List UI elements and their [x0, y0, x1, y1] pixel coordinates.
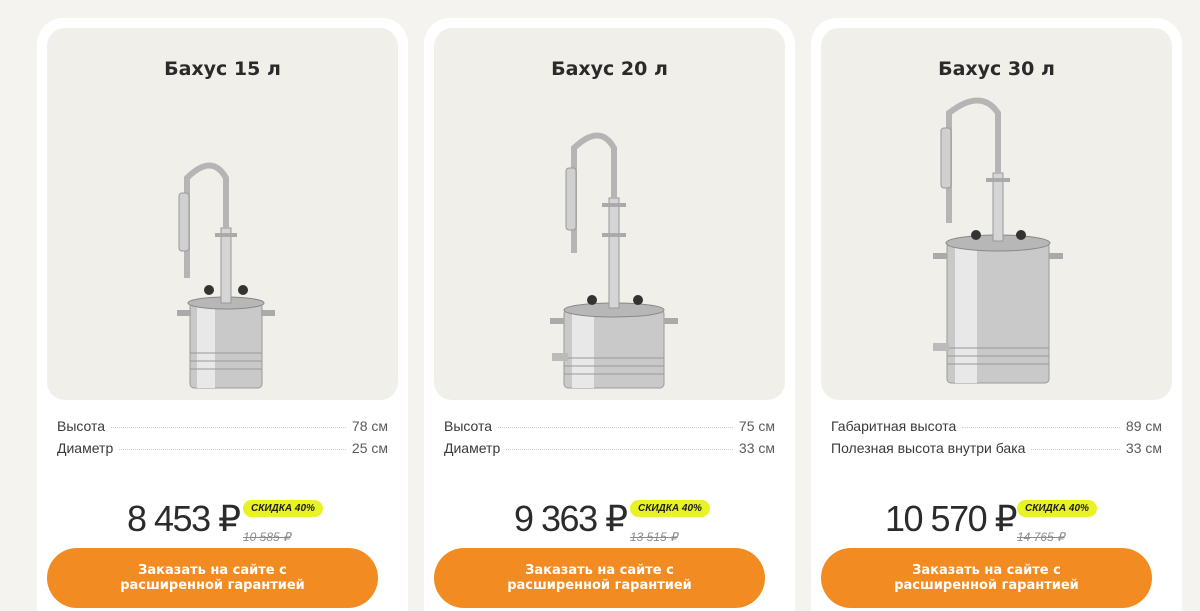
- product-media: Бахус 20 л: [434, 28, 785, 400]
- discount-badge: СКИДКА 40%: [630, 500, 710, 517]
- spec-row: Полезная высота внутри бака 33 см: [831, 440, 1162, 462]
- product-media: Бахус 30 л: [821, 28, 1172, 400]
- spec-label: Диаметр: [57, 440, 114, 456]
- spec-value: 89 см: [1125, 418, 1162, 434]
- spec-dots: [506, 449, 733, 450]
- spec-value: 33 см: [1125, 440, 1162, 456]
- distiller-image: [177, 162, 275, 389]
- old-price: 14 765 ₽: [1017, 530, 1065, 544]
- price-block: 8 453 ₽ СКИДКА 40% 10 585 ₽: [47, 480, 398, 550]
- product-card: Бахус 20 л Высота 75 см Диаметр 33 см 9 …: [424, 18, 795, 611]
- spec-row: Габаритная высота 89 см: [831, 418, 1162, 440]
- spec-list: Высота 78 см Диаметр 25 см: [47, 418, 398, 462]
- discount-badge: СКИДКА 40%: [243, 500, 323, 517]
- order-button[interactable]: Заказать на сайте с расширенной гарантие…: [47, 548, 378, 608]
- spec-row: Диаметр 33 см: [444, 440, 775, 462]
- product-cards: Бахус 15 л Высота 78 см Диаметр 25 см 8 …: [37, 18, 1182, 611]
- price: 9 363 ₽: [514, 498, 628, 539]
- distiller-image: [550, 132, 678, 389]
- order-button[interactable]: Заказать на сайте с расширенной гарантие…: [821, 548, 1152, 608]
- spec-value: 25 см: [351, 440, 388, 456]
- spec-label: Габаритная высота: [831, 418, 957, 434]
- product-card: Бахус 15 л Высота 78 см Диаметр 25 см 8 …: [37, 18, 408, 611]
- discount-badge: СКИДКА 40%: [1017, 500, 1097, 517]
- spec-dots: [962, 427, 1120, 428]
- price-block: 9 363 ₽ СКИДКА 40% 13 515 ₽: [434, 480, 785, 550]
- spec-row: Диаметр 25 см: [57, 440, 388, 462]
- product-card: Бахус 30 л Габаритная высота 89 см Полез…: [811, 18, 1182, 611]
- spec-label: Полезная высота внутри бака: [831, 440, 1026, 456]
- spec-row: Высота 75 см: [444, 418, 775, 440]
- spec-value: 78 см: [351, 418, 388, 434]
- spec-dots: [1031, 449, 1120, 450]
- price-block: 10 570 ₽ СКИДКА 40% 14 765 ₽: [821, 480, 1172, 550]
- spec-value: 33 см: [738, 440, 775, 456]
- spec-label: Высота: [57, 418, 106, 434]
- spec-dots: [119, 449, 346, 450]
- spec-value: 75 см: [738, 418, 775, 434]
- spec-label: Диаметр: [444, 440, 501, 456]
- spec-list: Высота 75 см Диаметр 33 см: [434, 418, 785, 462]
- spec-row: Высота 78 см: [57, 418, 388, 440]
- price: 10 570 ₽: [885, 498, 1018, 539]
- order-button[interactable]: Заказать на сайте с расширенной гарантие…: [434, 548, 765, 608]
- old-price: 13 515 ₽: [630, 530, 678, 544]
- price: 8 453 ₽: [127, 498, 241, 539]
- spec-dots: [111, 427, 346, 428]
- distiller-image: [933, 97, 1063, 384]
- product-media: Бахус 15 л: [47, 28, 398, 400]
- old-price: 10 585 ₽: [243, 530, 291, 544]
- spec-label: Высота: [444, 418, 493, 434]
- spec-list: Габаритная высота 89 см Полезная высота …: [821, 418, 1172, 462]
- spec-dots: [498, 427, 733, 428]
